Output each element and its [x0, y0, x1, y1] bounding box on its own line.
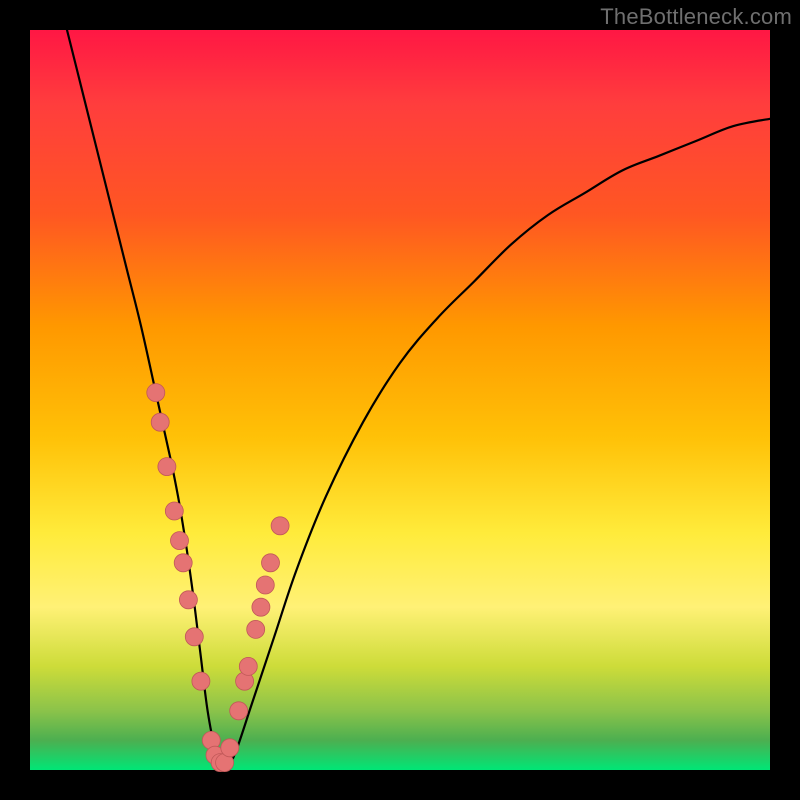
bottleneck-curve [67, 30, 770, 765]
marker-point [185, 628, 203, 646]
marker-point [221, 739, 239, 757]
marker-point [192, 672, 210, 690]
chart-svg [30, 30, 770, 770]
marker-group [147, 384, 289, 772]
marker-point [174, 554, 192, 572]
marker-point [247, 620, 265, 638]
watermark-text: TheBottleneck.com [600, 4, 792, 30]
marker-point [151, 413, 169, 431]
marker-point [165, 502, 183, 520]
marker-point [171, 532, 189, 550]
marker-point [158, 458, 176, 476]
marker-point [179, 591, 197, 609]
chart-stage: TheBottleneck.com [0, 0, 800, 800]
marker-point [147, 384, 165, 402]
marker-point [230, 702, 248, 720]
marker-point [262, 554, 280, 572]
marker-point [256, 576, 274, 594]
marker-point [252, 598, 270, 616]
marker-point [271, 517, 289, 535]
marker-point [239, 657, 257, 675]
